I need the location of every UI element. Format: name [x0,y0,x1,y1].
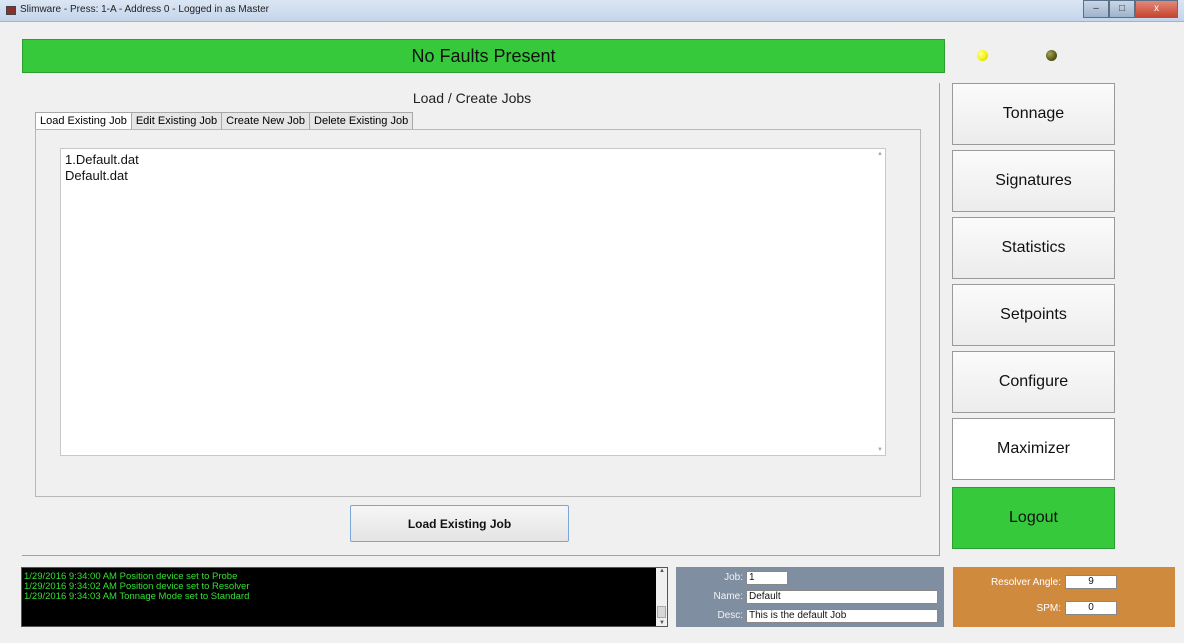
statistics-button[interactable]: Statistics [952,217,1115,279]
tab-create-new-job[interactable]: Create New Job [221,112,311,130]
event-log[interactable]: 1/29/2016 9:34:00 AM Position device set… [21,567,668,627]
tab-edit-existing-job[interactable]: Edit Existing Job [130,112,223,130]
minimize-button[interactable]: – [1083,0,1109,18]
resolver-angle-label: Resolver Angle: [990,577,1061,588]
maximize-button[interactable]: □ [1109,0,1135,18]
app-icon [6,6,16,15]
logout-button[interactable]: Logout [952,487,1115,549]
job-info-panel: Job: 1 Name: Default Desc: This is the d… [676,567,944,627]
olive-indicator-icon [1046,50,1057,61]
job-tabs: Load Existing Job Edit Existing Job Crea… [35,112,414,131]
scroll-up-icon[interactable]: ▲ [659,568,665,574]
load-existing-job-button[interactable]: Load Existing Job [350,505,569,542]
job-label: Job: [724,572,743,583]
setpoints-button[interactable]: Setpoints [952,284,1115,346]
tab-delete-existing-job[interactable]: Delete Existing Job [309,112,414,130]
fault-status-banner: No Faults Present [22,39,945,73]
scroll-down-icon[interactable]: ▼ [659,620,665,626]
maximizer-button[interactable]: Maximizer [952,418,1115,480]
name-label: Name: [713,591,743,602]
window-titlebar: Slimware - Press: 1-A - Address 0 - Logg… [0,0,1184,22]
signatures-button[interactable]: Signatures [952,150,1115,212]
scroll-down-icon[interactable]: ▼ [877,447,883,453]
spm-value: 0 [1065,601,1117,615]
window-controls: – □ x [1083,0,1178,18]
job-file-list[interactable]: 1.Default.dat Default.dat ▲ ▼ [60,148,886,456]
window-title: Slimware - Press: 1-A - Address 0 - Logg… [20,4,269,15]
spm-label: SPM: [1036,603,1061,614]
section-title: Load / Create Jobs [412,90,532,106]
scroll-up-icon[interactable]: ▲ [877,151,883,157]
press-status-panel: Resolver Angle: 9 SPM: 0 [953,567,1175,627]
list-item[interactable]: 1.Default.dat [61,152,885,168]
desc-label: Desc: [717,610,743,621]
log-line: 1/29/2016 9:34:03 AM Tonnage Mode set to… [24,591,250,602]
job-number-field[interactable]: 1 [746,571,788,585]
job-name-field[interactable]: Default [746,590,938,604]
yellow-indicator-icon [977,50,988,61]
tonnage-button[interactable]: Tonnage [952,83,1115,145]
close-button[interactable]: x [1135,0,1178,18]
job-desc-field[interactable]: This is the default Job [746,609,938,623]
scroll-thumb[interactable] [657,606,666,618]
resolver-angle-value: 9 [1065,575,1117,589]
list-item[interactable]: Default.dat [61,168,885,184]
window-left-edge [0,22,10,643]
configure-button[interactable]: Configure [952,351,1115,413]
log-scrollbar[interactable]: ▲ ▼ [656,568,667,626]
